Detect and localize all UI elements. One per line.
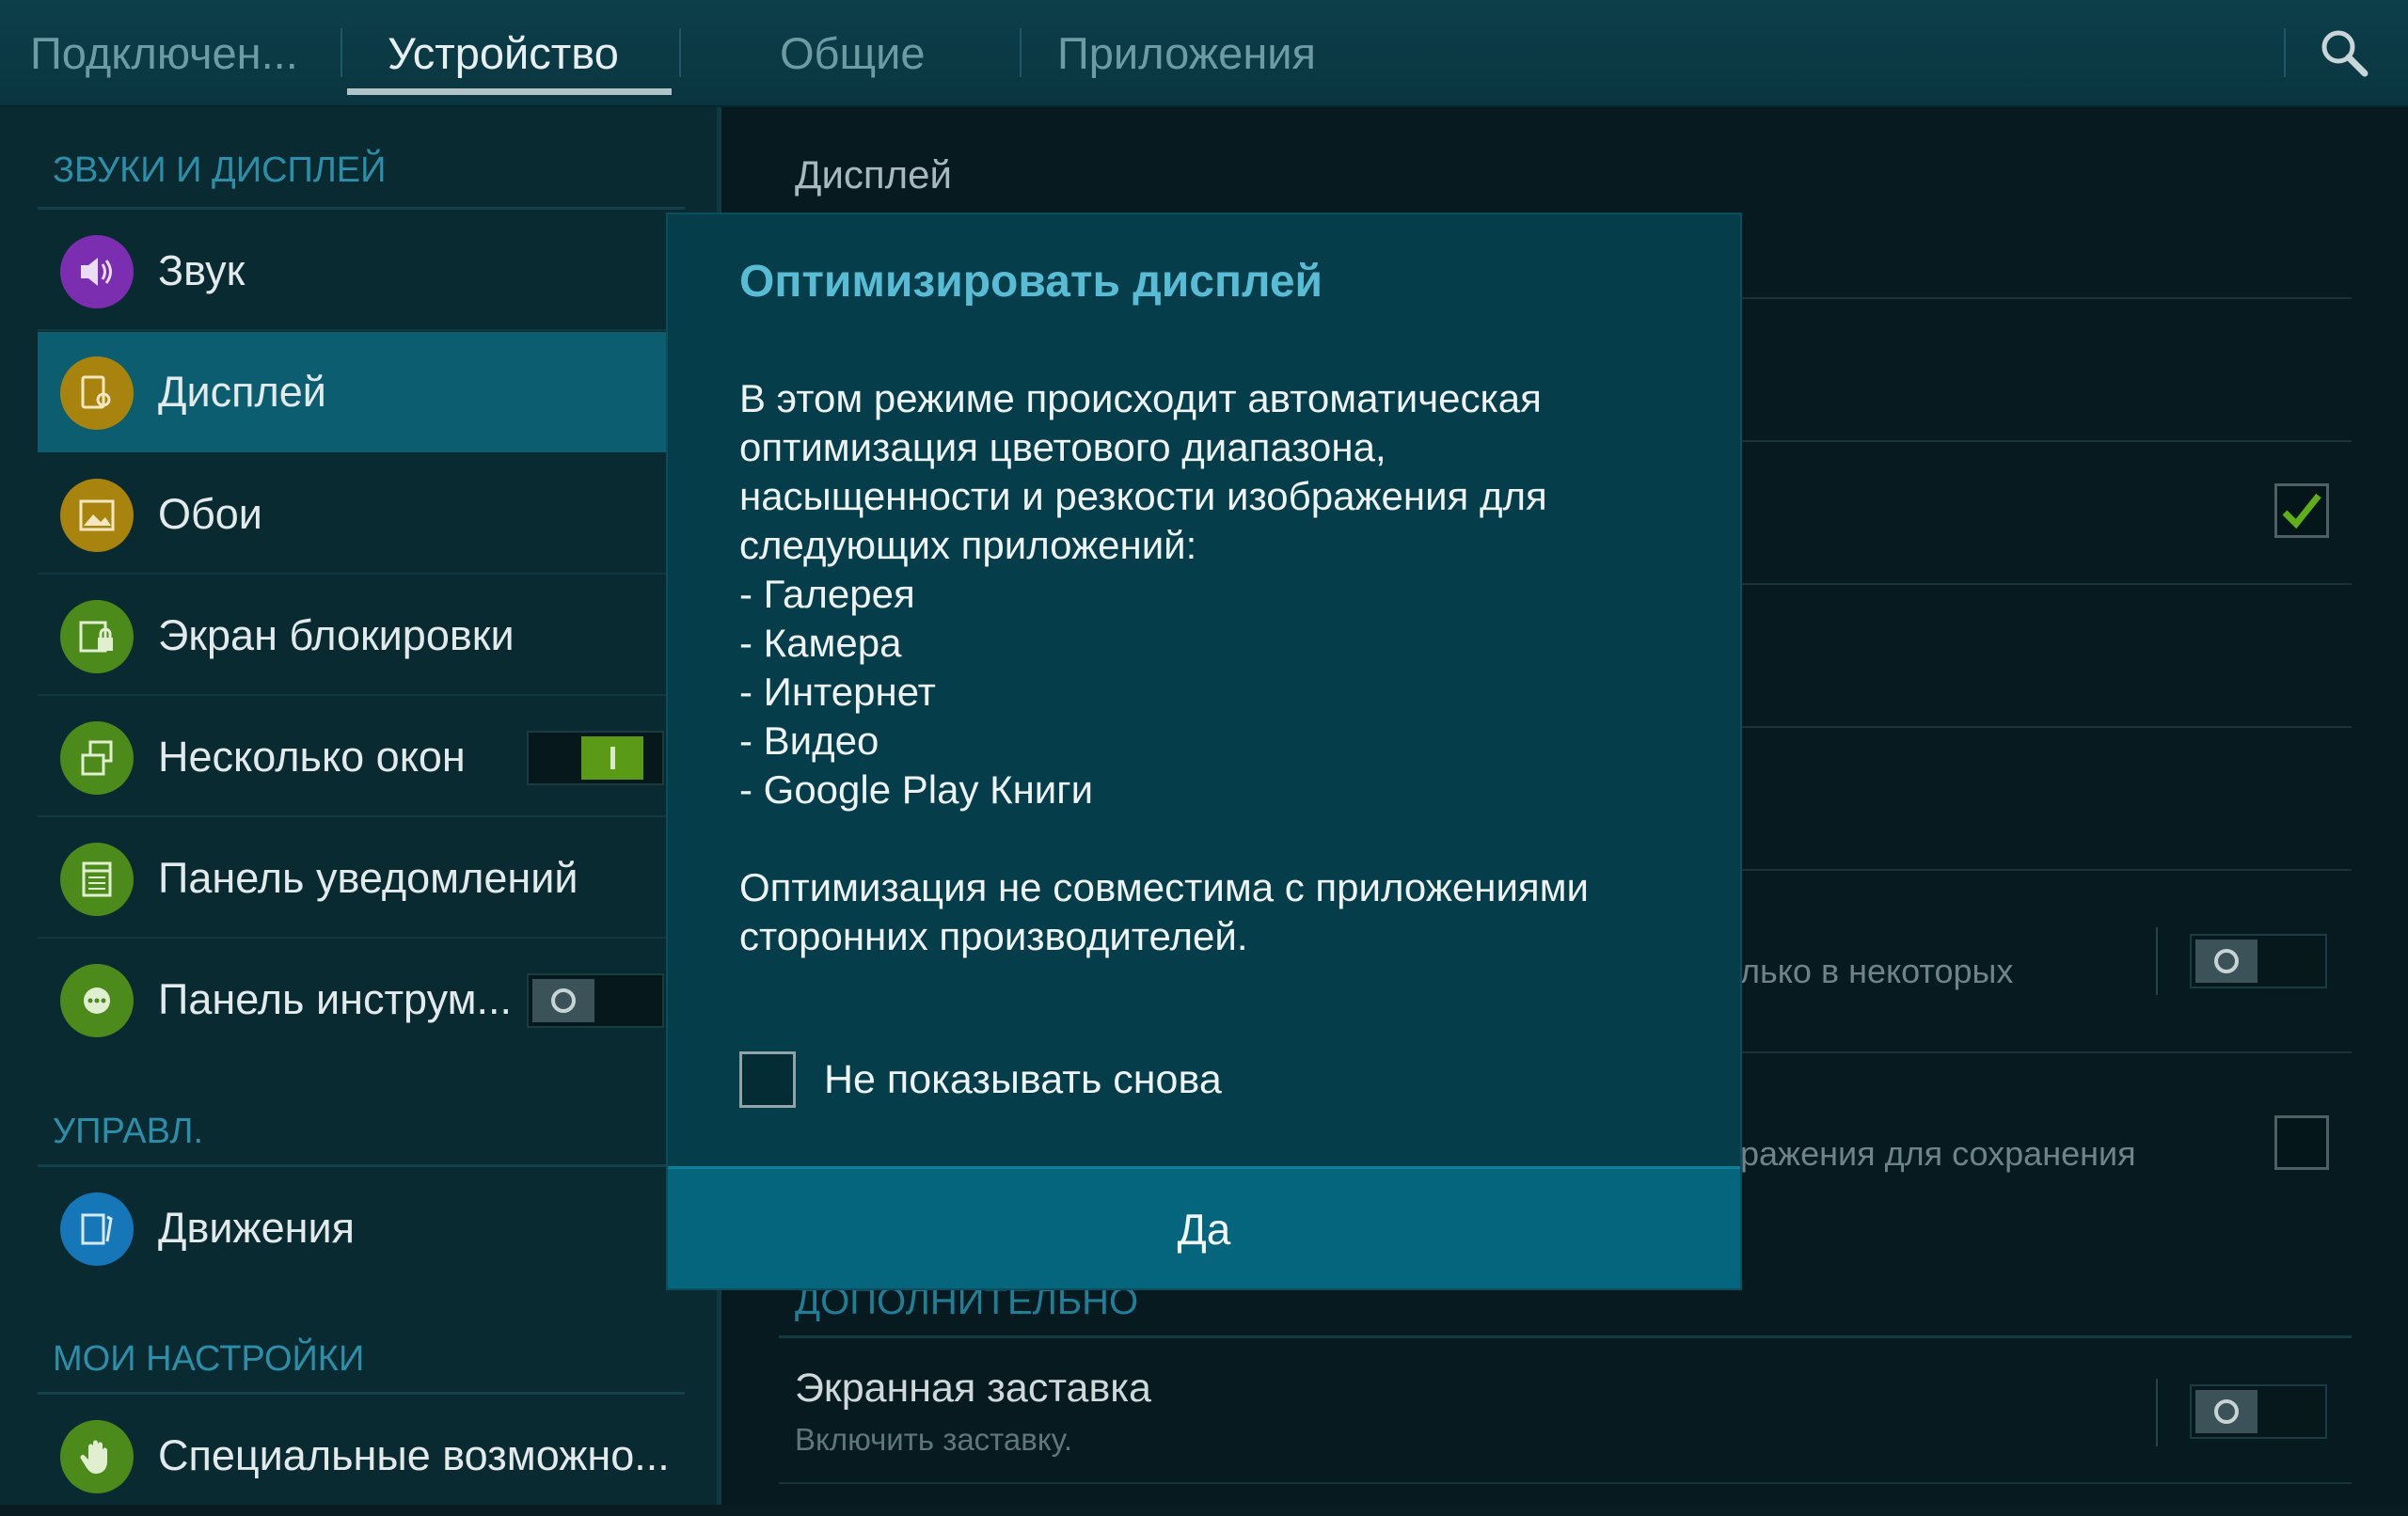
toggle-off-mark xyxy=(551,988,576,1013)
tab-separator xyxy=(1020,28,1022,77)
sidebar-item-toolbox[interactable]: Панель инструм... xyxy=(38,940,696,1060)
wallpaper-icon xyxy=(60,479,134,552)
toolbox-toggle[interactable] xyxy=(527,973,664,1028)
display-icon xyxy=(60,356,134,430)
dialog-body-line: следующих приложений: xyxy=(739,523,1197,567)
notification-panel-icon xyxy=(60,843,134,916)
sidebar-item-label: Обои xyxy=(158,490,262,538)
top-tab-bar: Подключен... Устройство Общие Приложения xyxy=(0,0,2408,107)
sidebar-item-label: Движения xyxy=(158,1204,356,1252)
tab-applications[interactable]: Приложения xyxy=(1057,0,1316,105)
motion-icon xyxy=(60,1192,134,1266)
row-divider xyxy=(38,937,696,939)
optimize-display-checkbox[interactable] xyxy=(2274,483,2329,538)
sidebar-item-label: Экран блокировки xyxy=(158,611,515,659)
setting-toggle[interactable] xyxy=(2190,934,2327,988)
sidebar-item-lock-screen[interactable]: Экран блокировки xyxy=(38,576,696,696)
toggle-knob xyxy=(2195,940,2258,983)
row-divider xyxy=(38,573,696,575)
checkmark-icon xyxy=(2282,493,2321,529)
speaker-icon xyxy=(60,235,134,308)
active-tab-indicator xyxy=(347,88,672,95)
sidebar-item-accessibility[interactable]: Специальные возможно... xyxy=(38,1396,696,1516)
toggle-knob xyxy=(581,736,643,780)
toggle-knob xyxy=(2195,1390,2258,1433)
section-divider xyxy=(779,1335,2352,1338)
toolbox-icon xyxy=(60,964,134,1037)
screensaver-subtitle: Включить заставку. xyxy=(795,1422,1072,1457)
dont-show-again-label[interactable]: Не показывать снова xyxy=(824,1051,1222,1108)
search-icon[interactable] xyxy=(2320,28,2368,77)
sidebar-item-label: Специальные возможно... xyxy=(158,1431,670,1479)
accessibility-hand-icon xyxy=(60,1420,134,1493)
sidebar-item-label: Звук xyxy=(158,246,246,294)
tab-separator xyxy=(341,28,342,77)
dialog-note-line: сторонних производителей. xyxy=(739,914,1248,958)
row-divider xyxy=(38,694,696,696)
tab-general[interactable]: Общие xyxy=(780,0,926,105)
setting-checkbox[interactable] xyxy=(2274,1115,2329,1170)
ok-button[interactable]: Да xyxy=(668,1166,1740,1288)
sidebar-item-notification-panel[interactable]: Панель уведомлений xyxy=(38,818,696,939)
dialog-app-item: - Камера xyxy=(739,621,902,665)
screensaver-toggle[interactable] xyxy=(2190,1384,2327,1439)
dialog-body-line: В этом режиме происходит автоматическая xyxy=(739,376,1542,420)
search-separator xyxy=(2284,28,2286,77)
sidebar-item-label: Панель инструм... xyxy=(158,975,513,1023)
sidebar-item-label: Дисплей xyxy=(158,368,326,416)
section-divider xyxy=(38,1164,685,1167)
dialog-app-item: - Google Play Книги xyxy=(739,767,1094,812)
setting-description: ражения для сохранения xyxy=(1740,1134,2136,1173)
sidebar-item-display[interactable]: Дисплей xyxy=(38,332,696,452)
row-divider xyxy=(38,815,696,817)
dont-show-again-checkbox[interactable] xyxy=(739,1051,796,1108)
section-divider xyxy=(38,1392,685,1395)
lock-screen-icon xyxy=(60,600,134,673)
toggle-off-mark xyxy=(2214,949,2239,973)
sidebar-item-multi-window[interactable]: Несколько окон xyxy=(38,697,696,817)
content-title: Дисплей xyxy=(795,152,952,197)
multi-window-toggle[interactable] xyxy=(527,731,664,785)
sidebar-item-motions[interactable]: Движения xyxy=(38,1168,696,1288)
tab-separator xyxy=(679,28,681,77)
toggle-on-mark xyxy=(610,747,615,769)
toggle-off-mark xyxy=(2214,1399,2239,1424)
sidebar-item-label: Несколько окон xyxy=(158,733,466,781)
dialog-note-line: Оптимизация не совместима с приложениями xyxy=(739,865,1589,909)
sidebar-item-label: Панель уведомлений xyxy=(158,854,578,902)
section-header-my-settings: МОИ НАСТРОЙКИ xyxy=(53,1339,365,1379)
dialog-app-item: - Интернет xyxy=(739,670,936,714)
dialog-app-item: - Галерея xyxy=(739,572,915,616)
sidebar-item-wallpaper[interactable]: Обои xyxy=(38,454,696,575)
screensaver-title[interactable]: Экранная заставка xyxy=(795,1366,1151,1412)
dialog-body-line: насыщенности и резкости изображения для xyxy=(739,474,1547,518)
optimize-display-dialog: Оптимизировать дисплей В этом режиме про… xyxy=(668,214,1740,1288)
toggle-separator xyxy=(2156,1379,2158,1446)
section-divider xyxy=(38,207,685,210)
dialog-title: Оптимизировать дисплей xyxy=(739,257,1323,307)
multi-window-icon xyxy=(60,721,134,795)
sidebar-item-sound[interactable]: Звук xyxy=(38,211,696,331)
dialog-body-line: оптимизация цветового диапазона, xyxy=(739,425,1386,469)
row-divider xyxy=(779,1482,2352,1484)
section-header-controls: УПРАВЛ. xyxy=(53,1112,204,1151)
toggle-knob xyxy=(532,979,594,1022)
tab-connections[interactable]: Подключен... xyxy=(30,0,298,105)
row-divider xyxy=(38,329,696,331)
setting-description: лько в некоторых xyxy=(1740,952,2014,990)
toggle-separator xyxy=(2156,927,2158,995)
dialog-app-item: - Видео xyxy=(739,719,879,763)
section-header-sound-display: ЗВУКИ И ДИСПЛЕЙ xyxy=(53,150,387,190)
dialog-message: В этом режиме происходит автоматическая … xyxy=(739,374,1689,961)
